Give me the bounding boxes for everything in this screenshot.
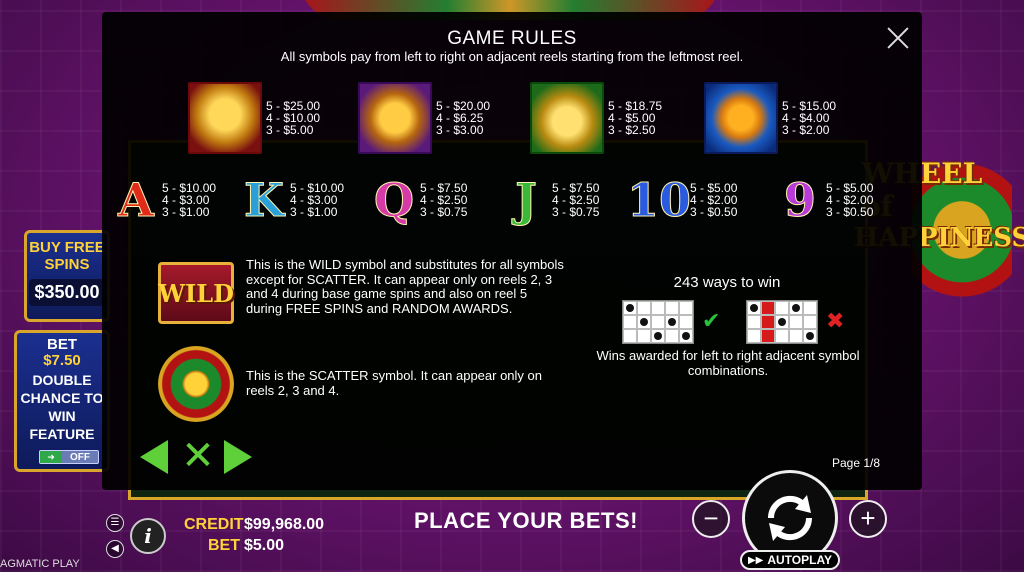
paytable-values: 5 - $20.00 4 - $6.25 3 - $3.00 <box>436 99 491 137</box>
autoplay-label: AUTOPLAY <box>767 553 833 567</box>
number-10-symbol-icon: 10 <box>627 173 692 228</box>
bet-label: BET <box>208 537 240 554</box>
side-bet-label: BET <box>47 336 77 353</box>
turtle-symbol-icon <box>530 82 604 154</box>
paytable-values: 5 - $25.00 4 - $10.00 3 - $5.00 <box>266 99 321 137</box>
paytable-item: A 5 - $10.00 4 - $3.00 3 - $1.00 <box>114 172 216 228</box>
credit-value: $99,968.00 <box>244 516 325 533</box>
toggle-arrow-icon: ➜ <box>40 451 62 463</box>
next-page-arrow-icon[interactable] <box>224 440 252 474</box>
paytable-values: 5 - $5.00 4 - $2.00 3 - $0.50 <box>826 181 874 219</box>
check-icon: ✔ <box>702 308 721 333</box>
valid-ways-diagram <box>622 300 694 344</box>
sound-icon[interactable]: ◀ <box>106 540 124 558</box>
buy-free-spins-price: $350.00 <box>29 279 105 306</box>
paytable-item: 5 - $15.00 4 - $4.00 3 - $2.00 <box>704 82 836 154</box>
side-bet-value: $7.50 <box>43 352 81 369</box>
lion-symbol-icon <box>358 82 432 154</box>
menu-icon[interactable]: ☰ <box>106 514 124 532</box>
dragon-symbol-icon <box>188 82 262 154</box>
autoplay-icon: ▶▶ <box>747 554 764 566</box>
letter-k-symbol-icon: K <box>244 173 285 228</box>
koi-symbol-icon <box>704 82 778 154</box>
credit-label: CREDIT <box>184 516 244 533</box>
paytable-item: Q 5 - $7.50 4 - $2.50 3 - $0.75 <box>372 172 467 228</box>
number-9-symbol-icon: 9 <box>783 173 816 228</box>
paytable-item: 5 - $25.00 4 - $10.00 3 - $5.00 <box>188 82 320 154</box>
letter-q-symbol-icon: Q <box>373 173 415 228</box>
dialog-subtitle: All symbols pay from left to right on ad… <box>280 49 744 64</box>
paytable-values: 5 - $15.00 4 - $4.00 3 - $2.00 <box>782 99 837 137</box>
paytable-values: 5 - $7.50 4 - $2.50 3 - $0.75 <box>552 181 600 219</box>
paytable-item: 10 5 - $5.00 4 - $2.00 3 - $0.50 <box>627 172 738 228</box>
paytable-values: 5 - $10.00 4 - $3.00 3 - $1.00 <box>290 181 345 219</box>
game-rules-dialog: GAME RULES All symbols pay from left to … <box>102 12 922 490</box>
paytable-item: 5 - $18.75 4 - $5.00 3 - $2.50 <box>530 82 662 154</box>
ways-description: Wins awarded for left to right adjacent … <box>596 348 860 378</box>
buy-free-spins-button[interactable]: BUY FREE SPINS $350.00 <box>24 230 110 322</box>
dialog-title: GAME RULES <box>447 28 577 49</box>
paytable-item: 5 - $20.00 4 - $6.25 3 - $3.00 <box>358 82 490 154</box>
paytable-item: J 5 - $7.50 4 - $2.50 3 - $0.75 <box>504 172 600 228</box>
invalid-ways-diagram <box>746 300 818 344</box>
paytable-values: 5 - $7.50 4 - $2.50 3 - $0.75 <box>420 181 468 219</box>
paytable-item: 9 5 - $5.00 4 - $2.00 3 - $0.50 <box>778 172 873 228</box>
scatter-symbol-icon <box>158 346 234 422</box>
paytable-item: K 5 - $10.00 4 - $3.00 3 - $1.00 <box>242 172 345 228</box>
info-icon[interactable]: i <box>130 518 166 554</box>
previous-page-arrow-icon[interactable] <box>140 440 168 474</box>
letter-a-symbol-icon: A <box>118 173 155 228</box>
letter-j-symbol-icon: J <box>515 173 538 228</box>
double-chance-label: DOUBLE CHANCE TO WIN FEATURE <box>20 372 104 442</box>
autoplay-button[interactable]: ▶▶ AUTOPLAY <box>740 550 840 570</box>
double-chance-toggle[interactable]: ➜ OFF <box>39 450 99 464</box>
double-chance-panel: BET $7.50 DOUBLE CHANCE TO WIN FEATURE ➜… <box>14 330 110 472</box>
decrease-bet-button[interactable]: − <box>692 500 730 538</box>
buy-free-spins-label: BUY FREE SPINS <box>29 239 105 273</box>
toggle-state: OFF <box>70 451 90 463</box>
ways-title: 243 ways to win <box>673 274 781 291</box>
paytable-values: 5 - $5.00 4 - $2.00 3 - $0.50 <box>690 181 738 219</box>
page-indicator: Page 1/8 <box>832 456 881 470</box>
status-message: PLACE YOUR BETS! <box>414 508 638 533</box>
paytable-values: 5 - $18.75 4 - $5.00 3 - $2.50 <box>608 99 663 137</box>
close-rules-x-icon[interactable]: ✕ <box>178 436 218 476</box>
bet-value: $5.00 <box>244 537 285 554</box>
wild-description: This is the WILD symbol and substitutes … <box>246 257 564 316</box>
paytable-values: 5 - $10.00 4 - $3.00 3 - $1.00 <box>162 181 217 219</box>
scatter-description: This is the SCATTER symbol. It can appea… <box>246 368 542 398</box>
spin-arrows-icon <box>767 495 813 541</box>
wild-symbol-icon: WILD <box>158 262 234 324</box>
brand-label: AGMATIC PLAY <box>0 558 80 570</box>
increase-bet-button[interactable]: + <box>849 500 887 538</box>
cross-icon: ✖ <box>826 308 845 333</box>
